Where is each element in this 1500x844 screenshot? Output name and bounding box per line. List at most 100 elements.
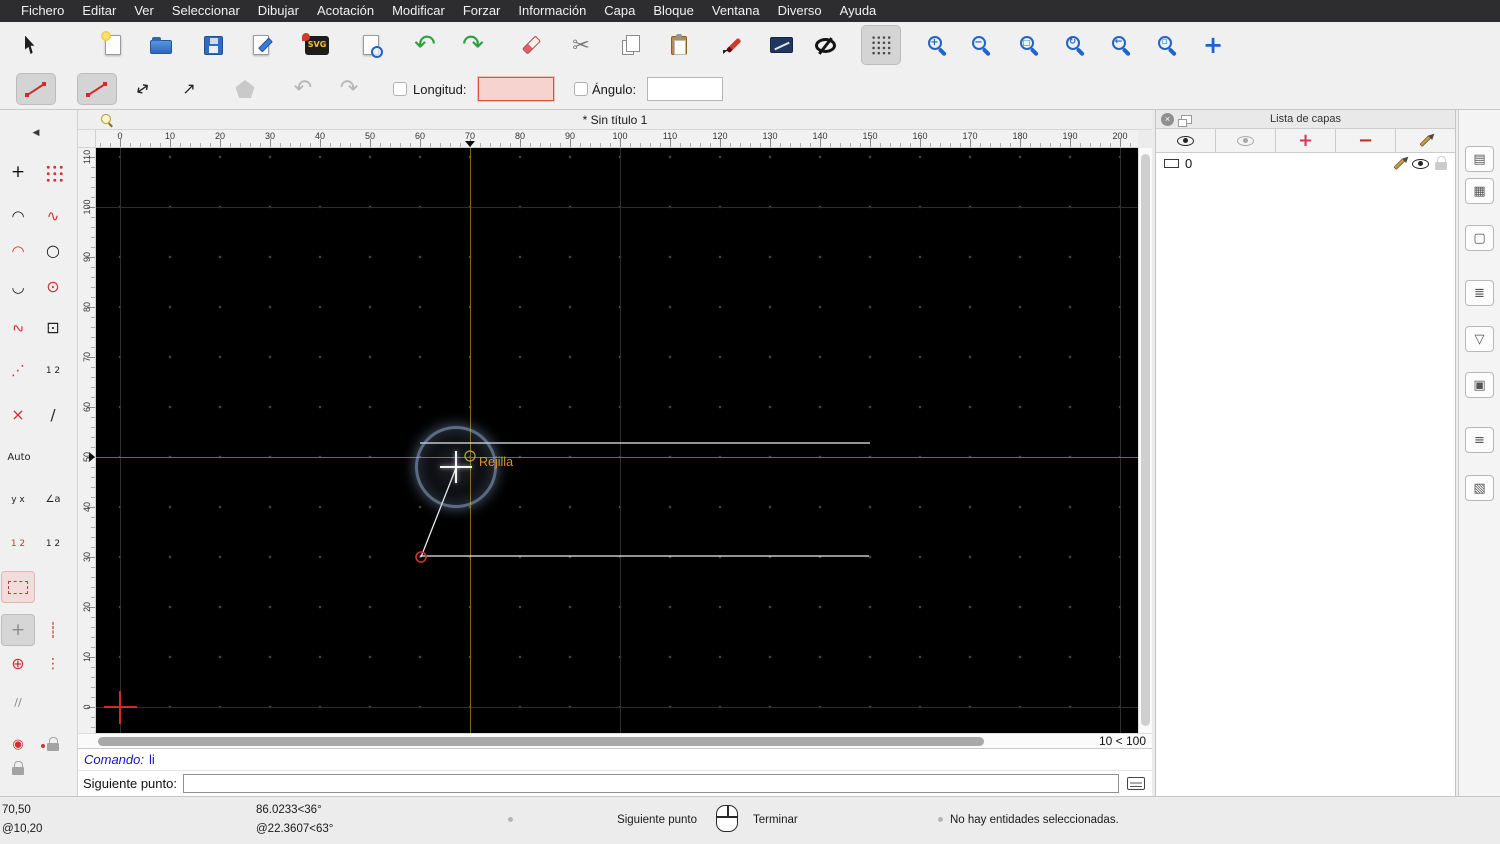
zoom-out-button[interactable] [961, 25, 1001, 65]
zoom-auto-button[interactable] [1009, 25, 1049, 65]
length-input[interactable] [478, 77, 554, 101]
menu-fichero[interactable]: Fichero [12, 0, 73, 22]
copy-button[interactable] [609, 25, 649, 65]
set-relative-zero-button[interactable]: ⊕ [1, 648, 35, 680]
menu-ventana[interactable]: Ventana [703, 0, 769, 22]
exclusive-snap-button[interactable] [1, 571, 35, 603]
drawing-canvas[interactable]: Rejilla [96, 148, 1138, 733]
zoom-redraw-button[interactable] [1055, 25, 1095, 65]
restrict-nothing-button[interactable]: + [1, 614, 35, 646]
snap-order-first-button[interactable]: 1 2 [1, 528, 35, 560]
dock-entity-filter-tab[interactable]: ▽ [1465, 326, 1494, 352]
export-svg-button[interactable]: SVG [297, 25, 337, 65]
menu-forzar[interactable]: Forzar [454, 0, 510, 22]
menu-modificar[interactable]: Modificar [383, 0, 454, 22]
length-checkbox[interactable] [393, 82, 407, 96]
keyboard-toggle-button[interactable] [1125, 775, 1147, 792]
dock-layer-list-tab[interactable]: ▤ [1465, 146, 1494, 172]
current-tool-line-button[interactable] [16, 73, 56, 105]
dock-library-browser-tab[interactable]: ≣ [1465, 280, 1494, 306]
print-preview-button[interactable] [351, 25, 391, 65]
snap-distance-manual-button[interactable]: ⋰ [1, 355, 35, 387]
line-angle-button[interactable]: ↔ [123, 73, 163, 105]
dock-block-list-tab[interactable]: ▦ [1465, 178, 1494, 204]
save-drawing-button[interactable] [193, 25, 233, 65]
show-all-layers-button[interactable] [1156, 129, 1216, 152]
paste-button[interactable] [659, 25, 699, 65]
angle-input[interactable] [647, 77, 723, 101]
snap-middle-manual-button[interactable]: 1 2 [36, 355, 70, 387]
angle-checkbox[interactable] [574, 82, 588, 96]
remove-layer-button[interactable]: − [1336, 129, 1396, 152]
coordinate-cartesian-button[interactable]: y x [1, 484, 35, 516]
undo-button[interactable]: ↶ [405, 25, 445, 65]
snap-on-entity-button[interactable]: ∿ [36, 200, 70, 232]
dock-quick-entry-tab[interactable]: ≡ [1465, 427, 1494, 453]
modify-layer-button[interactable] [1396, 129, 1455, 152]
snap-center-button[interactable]: ◠ [1, 235, 35, 267]
new-drawing-button[interactable] [93, 25, 133, 65]
close-panel-icon[interactable]: × [1161, 113, 1174, 126]
snap-free-button[interactable]: + [1, 156, 35, 188]
snap-intersection-manual-button[interactable]: × [1, 399, 35, 431]
horizontal-scrollbar-thumb[interactable] [98, 737, 984, 746]
zoom-pan-button[interactable]: + [1193, 25, 1233, 65]
add-layer-button[interactable]: + [1276, 129, 1336, 152]
horizontal-scrollbar[interactable] [96, 734, 1138, 749]
open-drawing-button[interactable] [141, 25, 181, 65]
line-horizontal-button[interactable]: ↗ [169, 73, 209, 105]
delete-entities-button[interactable] [511, 25, 551, 65]
layer-row[interactable]: 0 [1156, 153, 1455, 174]
pen-edit-button[interactable] [713, 25, 753, 65]
snap-endpoint-button[interactable]: ◠ [1, 200, 35, 232]
menu-ayuda[interactable]: Ayuda [831, 0, 886, 22]
construction-mode-button[interactable] [805, 25, 845, 65]
snap-angle-rays-button[interactable]: // [1, 686, 35, 718]
snap-intersection-button[interactable]: ⊡ [36, 312, 70, 344]
polyline-button[interactable] [225, 73, 265, 105]
restrict-vertical-button[interactable]: ┊ [36, 614, 70, 646]
layer-lock-icon[interactable] [1435, 156, 1447, 170]
restrict-angle-button[interactable]: / [36, 399, 70, 431]
layer-construction-toggle[interactable] [1164, 159, 1179, 168]
menu-bloque[interactable]: Bloque [644, 0, 702, 22]
menu-acotacion[interactable]: Acotación [308, 0, 383, 22]
dock-command-line-tab[interactable]: ▢ [1465, 225, 1494, 251]
select-pointer-button[interactable] [11, 25, 51, 65]
dock-clipboard-tab[interactable]: ▧ [1465, 475, 1494, 501]
cut-button[interactable]: ✂ [561, 25, 601, 65]
command-input[interactable] [182, 774, 1119, 793]
layer-visibility-icon[interactable] [1412, 158, 1429, 169]
menu-dibujar[interactable]: Dibujar [249, 0, 308, 22]
draft-mode-button[interactable] [761, 25, 801, 65]
snap-auto-button[interactable]: Auto [1, 442, 37, 474]
line-two-points-button[interactable] [77, 73, 117, 105]
lock-relative-zero-button[interactable] [36, 728, 70, 760]
menu-capa[interactable]: Capa [595, 0, 644, 22]
snap-order-second-button[interactable]: 1 2 [36, 528, 70, 560]
undo-segment-button[interactable]: ↶ [283, 73, 323, 105]
menu-diverso[interactable]: Diverso [769, 0, 831, 22]
document-titlebar[interactable]: * Sin título 1 [78, 110, 1152, 130]
grid-toggle-button[interactable] [861, 25, 901, 65]
snap-distance-button[interactable]: ∿ [1, 312, 35, 344]
dock-properties-tab[interactable]: ▣ [1465, 372, 1494, 398]
menu-seleccionar[interactable]: Seleccionar [163, 0, 249, 22]
redo-button[interactable]: ↷ [453, 25, 493, 65]
snap-center-point-button[interactable]: ⊙ [36, 271, 70, 303]
redo-segment-button[interactable]: ↷ [329, 73, 369, 105]
edit-drawing-button[interactable] [241, 25, 281, 65]
zoom-in-button[interactable] [917, 25, 957, 65]
keyboard-lock-button[interactable] [1, 752, 35, 784]
menu-editar[interactable]: Editar [73, 0, 125, 22]
snap-middle-button[interactable]: ◡ [1, 271, 35, 303]
snap-grid-button[interactable] [36, 156, 70, 188]
zoom-previous-button[interactable] [1101, 25, 1141, 65]
vertical-scrollbar[interactable] [1138, 148, 1152, 733]
snap-circle-button[interactable]: ○ [36, 235, 70, 267]
edit-layer-icon[interactable] [1393, 157, 1406, 170]
hide-all-layers-button[interactable] [1216, 129, 1276, 152]
menu-informacion[interactable]: Información [509, 0, 595, 22]
zoom-window-button[interactable] [1147, 25, 1187, 65]
detach-panel-icon[interactable] [1178, 115, 1192, 127]
